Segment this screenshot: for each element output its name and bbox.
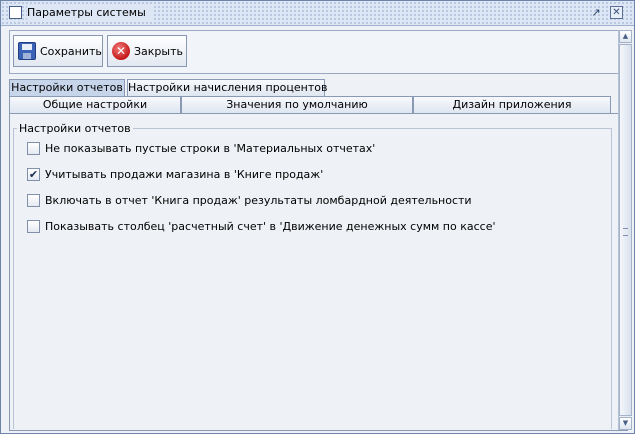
report-settings-panel: Настройки отчетов Не показывать пустые с… [9,113,628,431]
tab-row-bottom: Общие настройки Значения по умолчанию Ди… [9,96,626,113]
tab-report-settings[interactable]: Настройки отчетов [9,79,125,96]
maximize-icon[interactable]: ↗ [589,5,603,19]
grip-icon [623,228,628,236]
option-hide-empty-rows[interactable]: Не показывать пустые строки в 'Материаль… [27,140,375,156]
option-pawnshop-results[interactable]: Включать в отчет 'Книга продаж' результа… [27,192,472,208]
save-button-label: Сохранить [40,44,102,58]
settings-window: Параметры системы ↗ ✕ Сохранить ✕ Закрыт… [0,0,635,434]
window-icon [9,6,22,19]
checkbox[interactable] [27,219,40,233]
red-x-icon: ✕ [112,42,130,60]
close-button-label: Закрыть [134,44,183,58]
toolbar: Сохранить ✕ Закрыть [9,30,626,74]
checkbox[interactable] [27,193,40,207]
tab-row-top: Настройки отчетов Настройки начисления п… [9,79,626,96]
vertical-scrollbar[interactable]: ▲ ▼ [618,30,632,430]
close-icon[interactable]: ✕ [610,6,623,19]
title-bar[interactable]: Параметры системы ↗ ✕ [1,1,634,26]
option-label: Включать в отчет 'Книга продаж' результа… [45,193,472,207]
window-title: Параметры системы [27,5,152,21]
close-button[interactable]: ✕ Закрыть [107,35,187,67]
scroll-down-arrow-icon[interactable]: ▼ [619,417,632,430]
scroll-up-arrow-icon[interactable]: ▲ [619,30,632,43]
option-store-sales[interactable]: ✔ Учитывать продажи магазина в 'Книге пр… [27,166,323,182]
checkbox-checked[interactable]: ✔ [27,167,40,181]
option-label: Показывать столбец 'расчетный счет' в 'Д… [45,219,496,233]
tab-app-design[interactable]: Дизайн приложения [413,96,611,113]
save-button[interactable]: Сохранить [13,35,103,67]
checkbox[interactable] [27,141,40,155]
scrollbar-thumb[interactable] [619,44,632,416]
option-label: Не показывать пустые строки в 'Материаль… [45,141,376,155]
option-label: Учитывать продажи магазина в 'Книге прод… [45,167,324,181]
floppy-disk-icon [18,42,36,60]
tab-interest-settings[interactable]: Настройки начисления процентов [127,79,327,96]
option-settlement-account-column[interactable]: Показывать столбец 'расчетный счет' в 'Д… [27,218,496,234]
tab-general-settings[interactable]: Общие настройки [9,96,181,113]
tab-default-values[interactable]: Значения по умолчанию [181,96,413,113]
group-title: Настройки отчетов [17,122,133,135]
